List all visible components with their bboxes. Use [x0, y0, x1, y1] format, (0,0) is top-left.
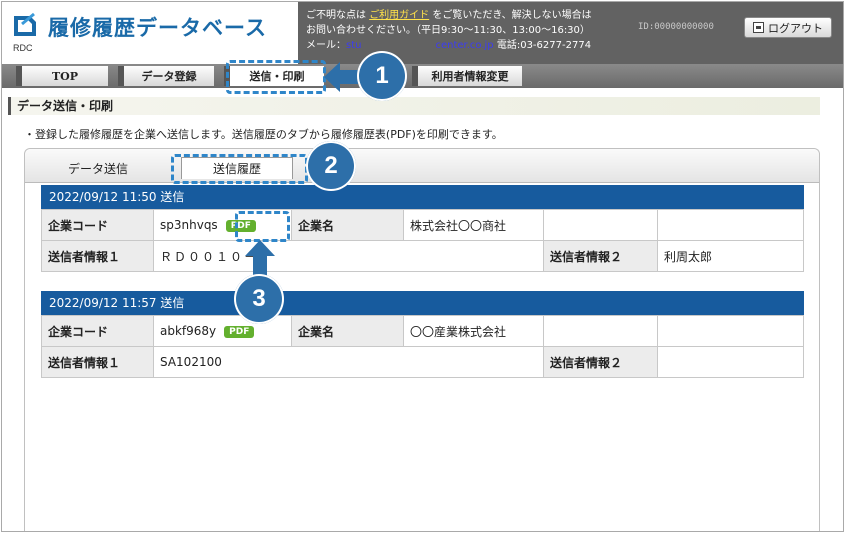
step-badge-2: 2 [306, 141, 356, 191]
logout-icon [753, 22, 764, 33]
step-badge-1: 1 [357, 51, 407, 101]
record-table: 企業コード sp3nhvqs PDF 企業名 株式会社〇〇商社 送信者情報１ ＲＤ… [41, 209, 804, 272]
main-nav: TOP データ登録 送信・印刷 利用者情報変更 [2, 64, 843, 88]
company-code-value: sp3nhvqs [160, 218, 218, 232]
record-table: 企業コード abkf968y PDF 企業名 〇〇産業株式会社 送信者情報１ SA… [41, 315, 804, 378]
nav-item-top[interactable]: TOP [16, 66, 108, 86]
notice-text: ご不明な点は [306, 10, 366, 21]
user-id: ID:00000000000 [638, 22, 714, 32]
company-name-value: 〇〇産業株式会社 [403, 315, 544, 347]
label-sender1: 送信者情報１ [41, 240, 154, 272]
header-brand: RDC 履修履歴データベース [2, 2, 298, 64]
sender1-value: ＲＤ００１０－ [153, 240, 544, 272]
user-guide-link[interactable]: ご利用ガイド [369, 10, 429, 21]
label-sender2: 送信者情報２ [543, 346, 658, 378]
record-header: 2022/09/12 11:57 送信 [41, 291, 804, 315]
highlight-nav-send-print [226, 60, 326, 94]
sender2-value: 利周太郎 [657, 240, 804, 272]
tab-data-send[interactable]: データ送信 [33, 157, 163, 179]
app-window: RDC 履修履歴データベース ご不明な点は ご利用ガイド をご覧いただき、解決し… [1, 1, 844, 532]
empty-cell [543, 315, 658, 347]
highlight-pdf-button [235, 211, 290, 242]
notice-text: をご覧いただき、解決しない場合は [432, 10, 592, 21]
rdc-logo-icon [12, 12, 38, 38]
empty-cell [657, 315, 804, 347]
record-header: 2022/09/12 11:50 送信 [41, 185, 804, 209]
logo-subtext: RDC [13, 43, 33, 53]
step-badge-3: 3 [234, 274, 284, 324]
highlight-tab-history [171, 154, 308, 184]
tab-bar: データ送信 送信履歴 [25, 149, 819, 183]
sender2-value [657, 346, 804, 378]
label-company-code: 企業コード [41, 209, 154, 241]
tab-panel: データ送信 送信履歴 2022/09/12 11:50 送信 企業コード sp3… [24, 148, 820, 531]
arrow-left-icon [324, 62, 360, 92]
history-record: 2022/09/12 11:57 送信 企業コード abkf968y PDF 企業… [41, 291, 804, 378]
label-company-name: 企業名 [291, 315, 404, 347]
empty-cell [543, 209, 658, 241]
company-code-value: abkf968y [160, 324, 217, 338]
label-sender1: 送信者情報１ [41, 346, 154, 378]
label-sender2: 送信者情報２ [543, 240, 658, 272]
logout-label: ログアウト [768, 21, 823, 35]
empty-cell [657, 209, 804, 241]
support-email-link-end[interactable]: center.co.jp [435, 40, 493, 51]
label-company-name: 企業名 [291, 209, 404, 241]
nav-item-data-register[interactable]: データ登録 [118, 66, 214, 86]
pdf-download-button[interactable]: PDF [224, 325, 255, 338]
page-title: データ送信・印刷 [8, 97, 820, 115]
sender1-value: SA102100 [153, 346, 544, 378]
company-name-value: 株式会社〇〇商社 [403, 209, 544, 241]
page-description: ・登録した履修履歴を企業へ送信します。送信履歴のタブから履修履歴表(PDF)を印… [24, 128, 503, 141]
app-title: 履修履歴データベース [48, 16, 267, 40]
support-hours: お問い合わせください。（平日9:30～11:30、13:00～16:30） [306, 25, 590, 36]
label-company-code: 企業コード [41, 315, 154, 347]
mail-label: メール： [306, 40, 346, 51]
support-notice: ご不明な点は ご利用ガイド をご覧いただき、解決しない場合は お問い合わせくださ… [306, 8, 592, 53]
arrow-up-icon [245, 240, 275, 276]
logout-button[interactable]: ログアウト [744, 17, 832, 38]
support-email-link-start[interactable]: stu [346, 40, 361, 51]
nav-item-user-info[interactable]: 利用者情報変更 [412, 66, 522, 86]
history-record: 2022/09/12 11:50 送信 企業コード sp3nhvqs PDF 企業… [41, 185, 804, 272]
support-phone: 電話:03-6277-2774 [496, 40, 592, 51]
